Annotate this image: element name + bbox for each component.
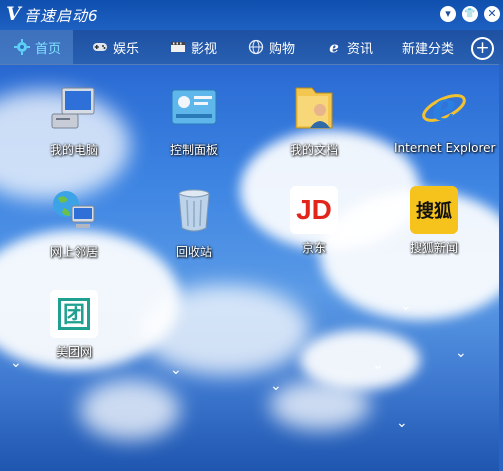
category-nav: 首页 娱乐 影视 购物 e 资讯 新建分类 + (0, 30, 503, 65)
film-icon (171, 42, 185, 52)
shortcut-meituan[interactable]: 团 美团网 (34, 290, 114, 360)
sohu-logo-text: 搜狐 (416, 201, 452, 222)
globe-icon (248, 39, 264, 55)
computer-icon (51, 87, 95, 129)
title-bar: V 音速启动6 ▾ 👕 ✕ (0, 0, 503, 30)
cloud (140, 285, 310, 375)
tab-news[interactable]: e 资讯 (326, 30, 373, 64)
svg-text:e: e (329, 39, 339, 55)
tab-movies[interactable]: 影视 (170, 30, 217, 64)
ie-icon: e (329, 39, 339, 55)
cloud (270, 380, 370, 430)
bird: ⌄ (372, 357, 384, 373)
shortcut-label: 网上邻居 (49, 245, 98, 259)
documents-folder-icon (295, 87, 333, 129)
shortcut-label: 我的电脑 (49, 143, 98, 157)
jd-icon: JD (290, 186, 338, 234)
meituan-icon: 团 (50, 290, 98, 338)
sohu-news-icon: 搜狐 (410, 186, 458, 234)
app-title: 音速启动6 (24, 7, 99, 25)
skin-icon[interactable]: 👕 (462, 6, 478, 22)
shortcut-sohu-news[interactable]: 搜狐 搜狐新闻 (394, 186, 474, 256)
add-category-button[interactable]: + (471, 37, 494, 60)
window-border (499, 64, 503, 471)
shortcut-label: 我的文档 (289, 143, 338, 157)
tab-label: 首页 (35, 41, 62, 57)
bird: ⌄ (455, 345, 467, 361)
recycle-bin-icon (178, 189, 210, 232)
tab-entertainment[interactable]: 娱乐 (92, 30, 139, 64)
shortcut-internet-explorer[interactable]: e Internet Explorer (394, 84, 496, 155)
meituan-logo-text: 团 (58, 298, 90, 330)
shortcut-control-panel[interactable]: 控制面板 (154, 84, 234, 158)
shortcut-my-documents[interactable]: 我的文档 (274, 84, 354, 158)
ie-icon: e (422, 84, 466, 129)
svg-text:e: e (432, 84, 456, 129)
shortcut-label: 搜狐新闻 (409, 241, 458, 255)
tab-label: 资讯 (347, 41, 374, 57)
bird: ⌄ (170, 362, 182, 378)
cloud (80, 380, 180, 440)
tab-label: 影视 (191, 41, 218, 57)
shortcut-network[interactable]: 网上邻居 (34, 186, 114, 260)
menu-icon[interactable]: ▾ (440, 6, 456, 22)
bird: ⌄ (400, 298, 412, 314)
shortcut-label: 控制面板 (169, 143, 218, 157)
bird: ⌄ (396, 415, 408, 431)
launcher-window: ⌄ ⌄ ⌄ ⌄ ⌄ ⌄ ⌄ V 音速启动6 ▾ 👕 ✕ 首页 娱乐 影视 购物 … (0, 0, 503, 471)
shortcut-label: 回收站 (175, 245, 212, 259)
close-icon[interactable]: ✕ (484, 6, 500, 22)
shortcut-label: 京东 (301, 241, 326, 255)
network-icon (53, 191, 95, 228)
tab-label: 娱乐 (113, 41, 140, 57)
tab-label: 新建分类 (402, 41, 455, 57)
shortcut-label: 美团网 (55, 345, 92, 359)
tab-shopping[interactable]: 购物 (248, 30, 295, 64)
bird: ⌄ (10, 355, 22, 371)
control-panel-icon (171, 89, 217, 125)
shortcut-my-computer[interactable]: 我的电脑 (34, 84, 114, 158)
shortcut-label: Internet Explorer (394, 141, 496, 155)
gamepad-icon (93, 43, 107, 51)
shortcut-jd[interactable]: JD 京东 (274, 186, 354, 256)
bird: ⌄ (270, 378, 282, 394)
gear-icon (14, 39, 30, 55)
tab-new-category[interactable]: 新建分类 (402, 30, 454, 64)
shortcut-recycle-bin[interactable]: 回收站 (154, 186, 234, 260)
app-logo: V (6, 3, 21, 25)
tab-label: 购物 (269, 41, 296, 57)
jd-logo-text: JD (296, 194, 332, 225)
tab-home[interactable]: 首页 (0, 30, 74, 64)
